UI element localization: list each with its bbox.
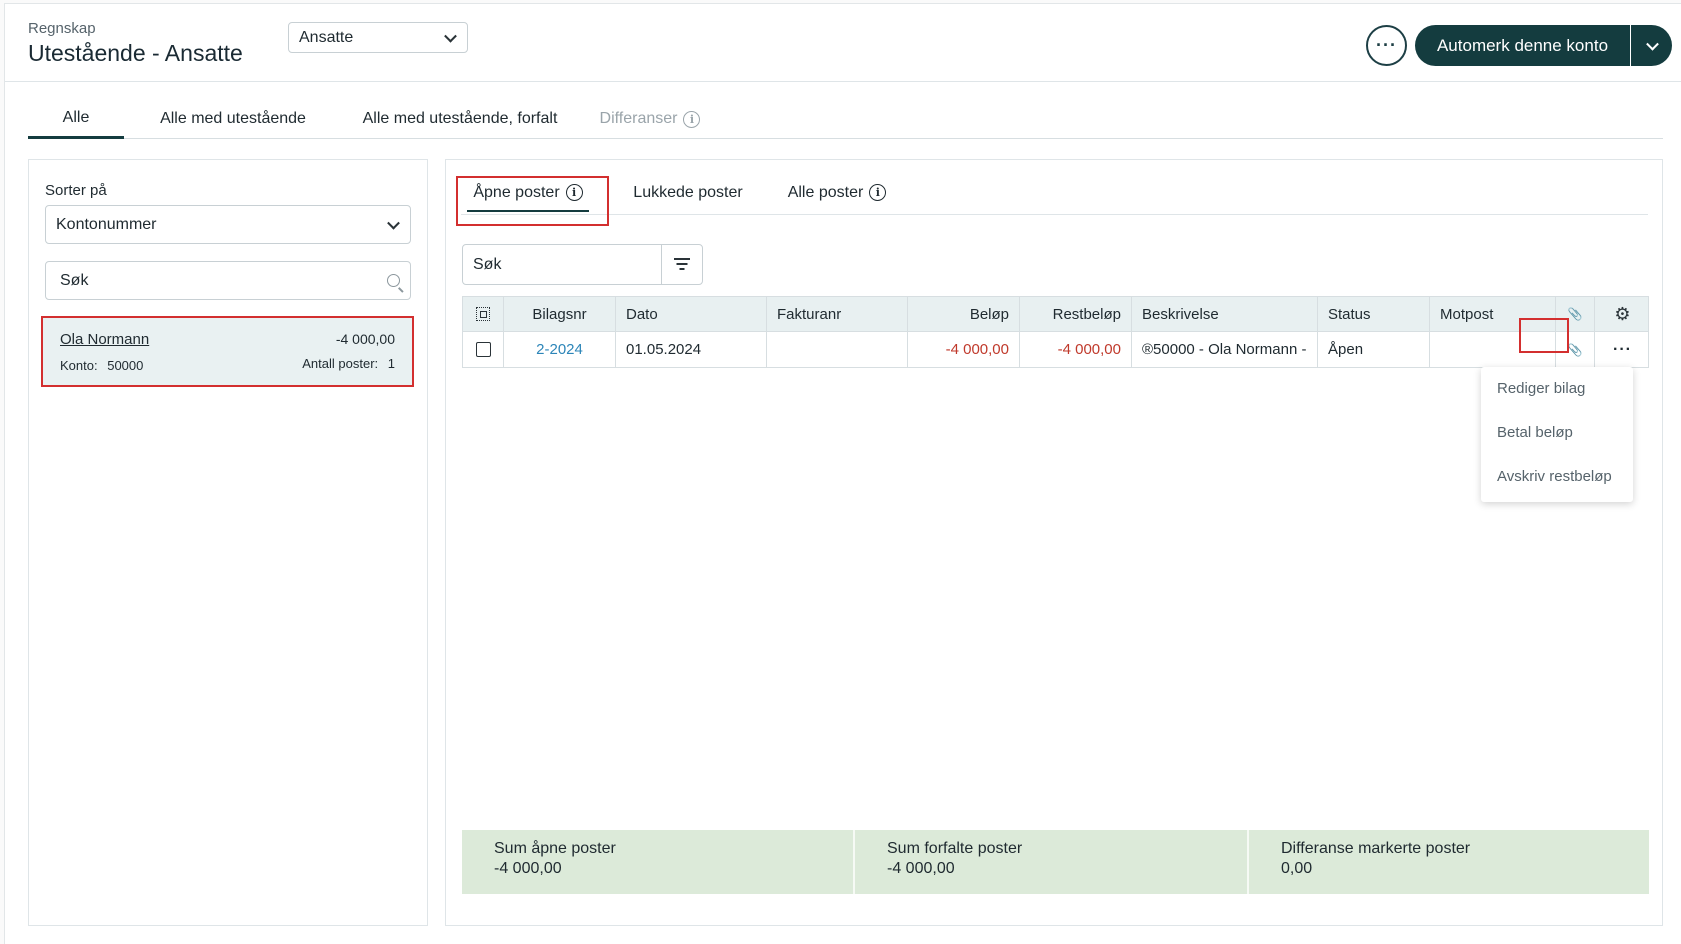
filter-button[interactable] bbox=[661, 245, 702, 284]
menu-item-rediger-bilag[interactable]: Rediger bilag bbox=[1497, 380, 1585, 397]
column-header[interactable]: Status bbox=[1318, 297, 1430, 331]
app-window: Regnskap Utestående - Ansatte Ansatte ··… bbox=[4, 3, 1681, 944]
gear-icon: ⚙ bbox=[1614, 303, 1631, 324]
column-header[interactable]: Beløp bbox=[908, 297, 1020, 331]
tab-apne-poster[interactable]: Åpne poster i bbox=[461, 170, 595, 215]
summary-overdue: Sum forfalte poster -4 000,00 bbox=[855, 830, 1249, 894]
restbelop-cell: -4 000,00 bbox=[1020, 332, 1132, 367]
column-header[interactable]: Beskrivelse bbox=[1132, 297, 1318, 331]
paperclip-icon: 📎 bbox=[1567, 342, 1583, 357]
table-search-input[interactable]: Søk bbox=[462, 244, 703, 285]
count-label: Antall poster: bbox=[302, 356, 379, 371]
summary-label: Differanse markerte poster bbox=[1281, 840, 1471, 857]
entry-count: Antall poster: 1 bbox=[302, 356, 395, 371]
tab-label: Alle poster bbox=[787, 183, 864, 201]
attachment-column-header[interactable]: 📎 bbox=[1556, 297, 1595, 331]
group-select-value: Ansatte bbox=[299, 28, 354, 46]
sort-label: Sorter på bbox=[45, 182, 107, 199]
info-icon[interactable]: i bbox=[565, 184, 583, 201]
tab-label: Åpne poster bbox=[473, 183, 560, 201]
belop-cell: -4 000,00 bbox=[908, 332, 1020, 367]
column-header[interactable]: Motpost bbox=[1430, 297, 1556, 331]
table-search-placeholder: Søk bbox=[473, 256, 502, 273]
account-number: Konto: 50000 bbox=[60, 358, 143, 373]
column-header[interactable]: Restbeløp bbox=[1020, 297, 1132, 331]
automerk-button[interactable]: Automerk denne konto bbox=[1415, 25, 1630, 66]
summary-value: -4 000,00 bbox=[494, 860, 562, 877]
bilagsnr-link[interactable]: 2-2024 bbox=[504, 332, 616, 367]
breadcrumb[interactable]: Regnskap bbox=[28, 20, 96, 37]
konto-label: Konto: bbox=[60, 358, 98, 373]
row-menu-button[interactable]: ··· bbox=[1595, 332, 1650, 367]
main-tabs: Alle Alle med utestående Alle med utestå… bbox=[28, 99, 1663, 139]
column-header[interactable]: Fakturanr bbox=[767, 297, 908, 331]
paperclip-icon: 📎 bbox=[1567, 307, 1583, 321]
account-search-placeholder: Søk bbox=[60, 271, 89, 289]
dato-cell: 01.05.2024 bbox=[616, 332, 767, 367]
motpost-cell bbox=[1430, 332, 1556, 367]
tab-label: Differanser bbox=[599, 110, 678, 127]
tab-alle-med-utestaende-forfalt[interactable]: Alle med utestående, forfalt bbox=[348, 99, 572, 139]
menu-item-avskriv-restbelop[interactable]: Avskriv restbeløp bbox=[1497, 468, 1612, 485]
summary-bar: Sum åpne poster -4 000,00 Sum forfalte p… bbox=[462, 830, 1649, 894]
summary-open: Sum åpne poster -4 000,00 bbox=[462, 830, 855, 894]
account-list-panel: Sorter på Kontonummer Søk Ola Normann -4… bbox=[28, 159, 428, 926]
page-header: Regnskap Utestående - Ansatte Ansatte ··… bbox=[5, 4, 1681, 82]
filter-icon bbox=[674, 258, 690, 260]
summary-label: Sum åpne poster bbox=[494, 840, 616, 857]
tab-alle-med-utestaende[interactable]: Alle med utestående bbox=[146, 99, 320, 139]
konto-value: 50000 bbox=[107, 358, 144, 373]
info-icon[interactable]: i bbox=[869, 184, 887, 201]
select-all-icon[interactable] bbox=[476, 307, 490, 321]
info-icon[interactable]: i bbox=[683, 110, 701, 128]
tab-label: Alle med utestående, forfalt bbox=[362, 110, 558, 127]
search-icon bbox=[387, 274, 400, 287]
row-context-menu: Rediger bilag Betal beløp Avskriv restbe… bbox=[1481, 367, 1633, 502]
account-list-item[interactable]: Ola Normann -4 000,00 Konto: 50000 Antal… bbox=[41, 316, 414, 387]
summary-value: 0,00 bbox=[1281, 860, 1313, 877]
attachment-cell[interactable]: 📎 bbox=[1556, 332, 1595, 367]
summary-difference: Differanse markerte poster 0,00 bbox=[1249, 830, 1649, 894]
account-amount: -4 000,00 bbox=[335, 331, 395, 347]
fakturanr-cell bbox=[767, 332, 908, 367]
tab-lukkede-poster[interactable]: Lukkede poster bbox=[621, 170, 755, 215]
sort-select-value: Kontonummer bbox=[56, 215, 157, 233]
column-header[interactable]: Dato bbox=[616, 297, 767, 331]
beskrivelse-cell: ®50000 - Ola Normann - bbox=[1132, 332, 1318, 367]
automerk-dropdown-button[interactable] bbox=[1631, 25, 1672, 66]
row-checkbox-cell[interactable] bbox=[463, 332, 504, 367]
entries-table: Bilagsnr Dato Fakturanr Beløp Restbeløp … bbox=[462, 296, 1649, 368]
column-header[interactable]: Bilagsnr bbox=[504, 297, 616, 331]
summary-value: -4 000,00 bbox=[887, 860, 955, 877]
more-actions-button[interactable]: ··· bbox=[1366, 25, 1407, 66]
count-value: 1 bbox=[387, 356, 395, 371]
tab-alle-poster[interactable]: Alle poster i bbox=[781, 170, 893, 215]
select-all-cell[interactable] bbox=[463, 297, 504, 331]
page-title: Utestående - Ansatte bbox=[28, 40, 243, 66]
account-name-link[interactable]: Ola Normann bbox=[60, 331, 149, 348]
menu-item-betal-belop[interactable]: Betal beløp bbox=[1497, 424, 1573, 441]
tab-label: Alle bbox=[62, 108, 90, 126]
table-header: Bilagsnr Dato Fakturanr Beløp Restbeløp … bbox=[463, 297, 1648, 332]
account-search-input[interactable]: Søk bbox=[45, 261, 411, 300]
entry-tabs: Åpne poster i Lukkede poster Alle poster… bbox=[461, 170, 1648, 215]
chevron-down-icon bbox=[1646, 37, 1659, 51]
entries-panel: Åpne poster i Lukkede poster Alle poster… bbox=[445, 159, 1663, 926]
more-icon: ··· bbox=[1376, 35, 1397, 55]
summary-label: Sum forfalte poster bbox=[887, 840, 1023, 857]
status-cell: Åpen bbox=[1318, 332, 1430, 367]
tab-differanser[interactable]: Differanser i bbox=[594, 99, 706, 139]
more-icon: ··· bbox=[1613, 340, 1632, 358]
tab-label: Alle med utestående bbox=[160, 110, 306, 127]
row-checkbox[interactable] bbox=[475, 342, 491, 357]
chevron-down-icon bbox=[444, 29, 457, 43]
group-select[interactable]: Ansatte bbox=[288, 22, 468, 53]
table-row[interactable]: 2-2024 01.05.2024 -4 000,00 -4 000,00 ®5… bbox=[463, 332, 1648, 367]
sort-select[interactable]: Kontonummer bbox=[45, 205, 411, 244]
tab-alle[interactable]: Alle bbox=[28, 99, 124, 139]
tab-label: Lukkede poster bbox=[633, 183, 743, 201]
column-settings-button[interactable]: ⚙ bbox=[1595, 297, 1650, 331]
chevron-down-icon bbox=[387, 216, 400, 230]
